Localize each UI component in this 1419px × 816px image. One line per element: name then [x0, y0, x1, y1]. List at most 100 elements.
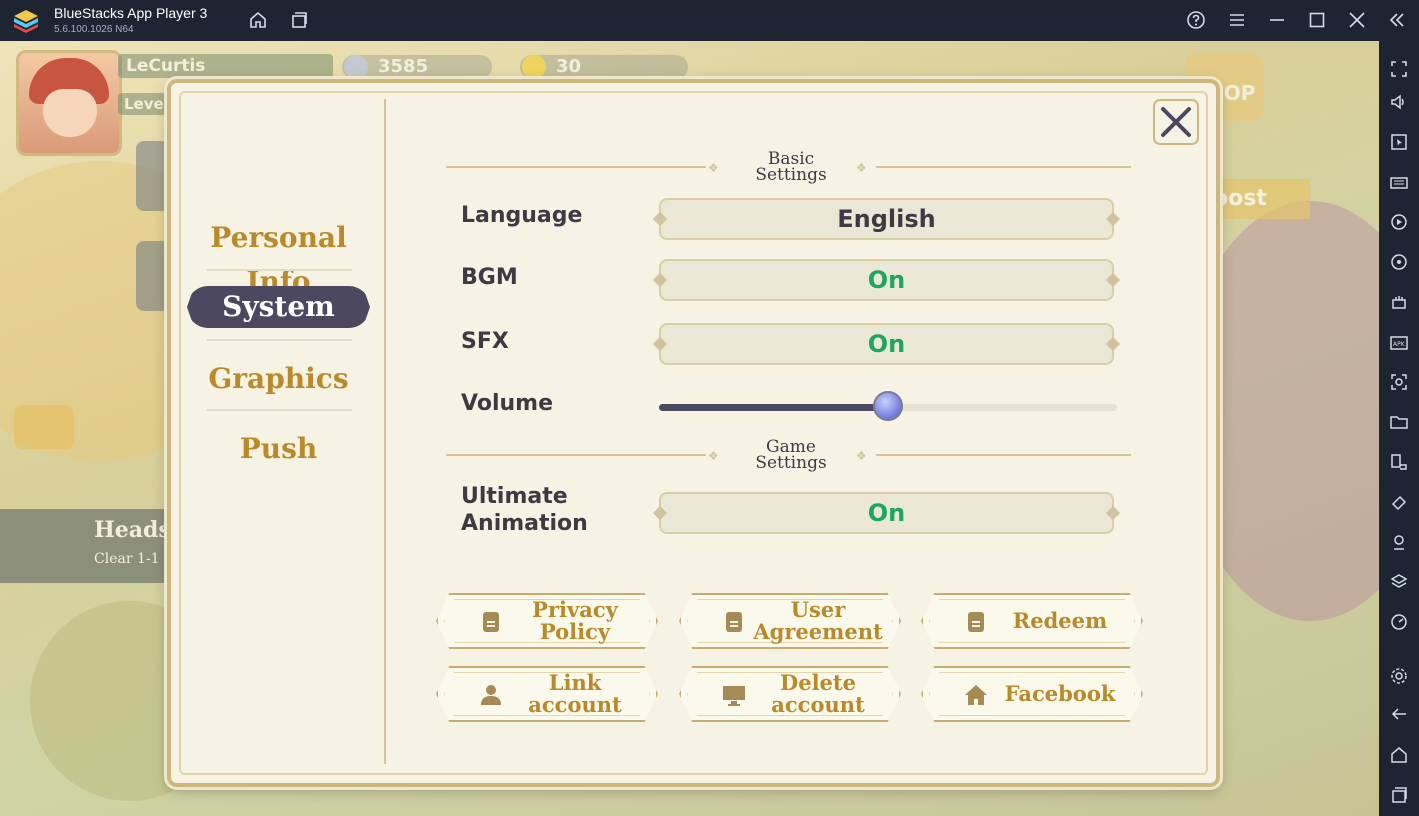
user-icon: [478, 682, 504, 708]
settings-dialog: Personal Info System Graphics Push ❖ Bas…: [167, 79, 1220, 787]
delete-account-label-2: account: [771, 692, 865, 717]
ultimate-label-line1: Ultimate: [461, 484, 568, 509]
user-agreement-label-2: Agreement: [753, 619, 883, 644]
recent-apps-icon[interactable]: [1389, 785, 1409, 805]
coin-icon: [522, 55, 546, 79]
document-icon: [478, 609, 504, 635]
nav-separator: [207, 339, 352, 341]
title-bar: BlueStacks App Player 3 5.6.100.1026 N64: [0, 0, 1419, 41]
sync-icon[interactable]: [1389, 252, 1409, 272]
app-version: 5.6.100.1026 N64: [54, 24, 134, 35]
delete-account-label-1: Delete: [780, 670, 856, 695]
layers-icon[interactable]: [1389, 572, 1409, 592]
nav-divider: [384, 99, 386, 764]
sfx-toggle[interactable]: On: [652, 323, 1121, 365]
ultimate-animation-toggle[interactable]: On: [652, 492, 1121, 534]
player-name: LeCurtis: [118, 54, 333, 78]
quest-subtitle: Clear 1-1: [94, 551, 160, 567]
user-agreement-button[interactable]: User Agreement: [679, 593, 901, 649]
coin-count: 30: [556, 56, 582, 77]
language-selector[interactable]: English: [652, 198, 1121, 240]
language-value: English: [837, 205, 936, 233]
quest-banner[interactable]: Heads Clear 1-1: [0, 509, 171, 583]
privacy-policy-label-1: Privacy: [532, 597, 618, 622]
back-arrow-icon[interactable]: [1389, 704, 1409, 724]
settings-gear-icon[interactable]: [1389, 666, 1409, 686]
bgm-value: On: [867, 266, 906, 294]
ultimate-animation-value: On: [867, 499, 906, 527]
fullscreen-icon[interactable]: [1389, 59, 1409, 79]
home-icon: [963, 682, 989, 708]
close-window-icon[interactable]: [1347, 10, 1367, 30]
privacy-policy-button[interactable]: Privacy Policy: [436, 593, 658, 649]
multi-window-icon[interactable]: [1389, 452, 1409, 472]
volume-slider-handle[interactable]: [873, 391, 903, 421]
game-settings-header: ❖ Game Settings ❖: [446, 435, 1131, 475]
nav-push[interactable]: Push: [187, 427, 370, 471]
volume-icon[interactable]: [1389, 92, 1409, 112]
game-settings-title-2: Settings: [755, 453, 827, 473]
apk-icon[interactable]: APK: [1389, 332, 1409, 352]
multi-instance-icon[interactable]: [289, 10, 309, 30]
chat-icon[interactable]: [14, 405, 74, 449]
bgm-toggle[interactable]: On: [652, 259, 1121, 301]
minimize-icon[interactable]: [1267, 10, 1287, 30]
pointer-icon[interactable]: [1389, 132, 1409, 152]
basic-settings-title-2: Settings: [755, 165, 827, 185]
eraser-icon[interactable]: [1389, 492, 1409, 512]
right-sidebar: APK: [1379, 41, 1419, 816]
redeem-label: Redeem: [1012, 608, 1108, 633]
macro-icon[interactable]: [1389, 212, 1409, 232]
gem-icon: [344, 55, 368, 79]
help-icon[interactable]: [1186, 10, 1206, 30]
nav-separator: [207, 269, 352, 271]
close-dialog-button[interactable]: [1151, 97, 1201, 147]
document-icon: [963, 609, 989, 635]
nav-graphics[interactable]: Graphics: [187, 357, 370, 401]
user-agreement-label-1: User: [790, 597, 846, 622]
sfx-value: On: [867, 330, 906, 358]
close-icon: [1153, 99, 1199, 145]
volume-slider[interactable]: [659, 391, 1117, 421]
eco-mode-icon[interactable]: [1389, 612, 1409, 632]
svg-text:APK: APK: [1393, 341, 1406, 348]
volume-slider-fill: [659, 404, 888, 411]
menu-icon[interactable]: [1227, 10, 1247, 30]
language-label: Language: [461, 203, 583, 228]
quest-title: Heads: [94, 517, 171, 543]
basic-settings-header: ❖ Basic Settings ❖: [446, 147, 1131, 187]
facebook-button[interactable]: Facebook: [921, 666, 1143, 722]
game-view: LeCurtis Leve 3585 30 SHOP oost Heads Cl…: [0, 41, 1379, 816]
sfx-label: SFX: [461, 329, 509, 354]
gem-count: 3585: [378, 56, 429, 77]
delete-account-button[interactable]: Delete account: [679, 666, 901, 722]
home-icon[interactable]: [248, 10, 268, 30]
ultimate-animation-label: Ultimate Animation: [461, 483, 588, 537]
location-icon[interactable]: [1389, 532, 1409, 552]
bgm-label: BGM: [461, 265, 518, 290]
nav-system[interactable]: System: [187, 286, 370, 328]
collapse-sidebar-icon[interactable]: [1387, 10, 1407, 30]
document-icon: [721, 609, 747, 635]
nav-separator: [207, 409, 352, 411]
android-home-icon[interactable]: [1389, 745, 1409, 765]
facebook-label: Facebook: [1004, 681, 1116, 706]
nav-personal-info[interactable]: Personal Info: [187, 216, 370, 298]
link-account-button[interactable]: Link account: [436, 666, 658, 722]
volume-label: Volume: [461, 391, 553, 416]
privacy-policy-label-2: Policy: [539, 619, 611, 644]
maximize-icon[interactable]: [1307, 10, 1327, 30]
folder-icon[interactable]: [1389, 412, 1409, 432]
link-account-label-1: Link: [548, 670, 602, 695]
ultimate-label-line2: Animation: [461, 511, 588, 536]
monitor-icon: [721, 682, 747, 708]
app-title: BlueStacks App Player 3: [54, 5, 208, 21]
keyboard-icon[interactable]: [1389, 172, 1409, 192]
avatar[interactable]: [16, 50, 122, 156]
link-account-label-2: account: [528, 692, 622, 717]
bluestacks-logo-icon: [13, 9, 39, 33]
boost-banner[interactable]: oost: [1205, 179, 1310, 219]
redeem-button[interactable]: Redeem: [921, 593, 1143, 649]
screenshot-icon[interactable]: [1389, 372, 1409, 392]
performance-icon[interactable]: [1389, 292, 1409, 312]
